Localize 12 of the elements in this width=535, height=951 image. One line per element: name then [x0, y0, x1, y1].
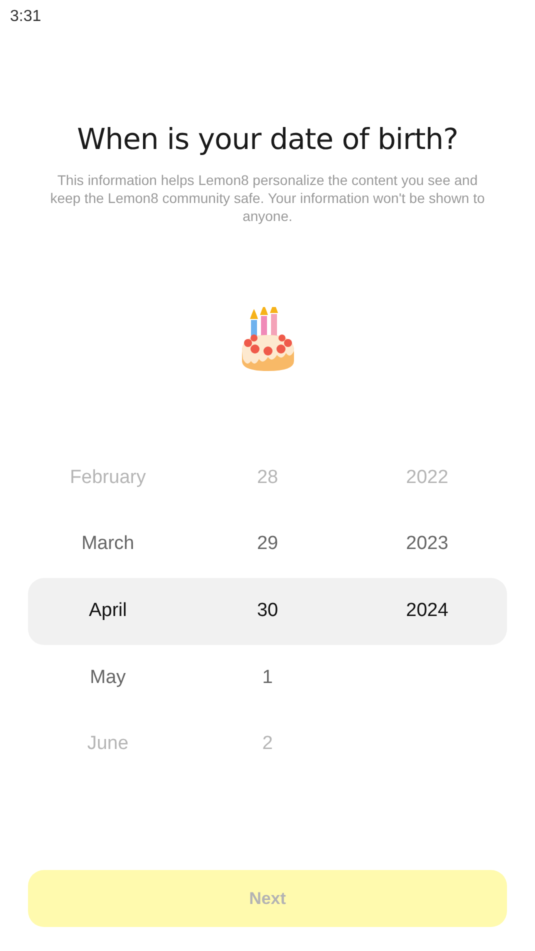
picker-option[interactable]: 30: [256, 597, 278, 626]
status-time: 3:31: [9, 7, 42, 27]
picker-option[interactable]: May: [90, 664, 126, 692]
description-text: This information helps Lemon8 personalize the content you see and keep the Lemon8 community safe. Your information won't be shown to anyone.: [49, 170, 486, 225]
cake-icon: [240, 306, 296, 373]
picker-option[interactable]: March: [81, 530, 134, 559]
picker-option[interactable]: 29: [256, 530, 278, 559]
picker-option[interactable]: 2024: [406, 597, 448, 626]
picker-option[interactable]: April: [88, 597, 127, 626]
page-title: When is your date of birth?: [76, 122, 460, 157]
picker-option[interactable]: 2023: [406, 530, 448, 559]
picker-option[interactable]: 1: [262, 664, 273, 692]
